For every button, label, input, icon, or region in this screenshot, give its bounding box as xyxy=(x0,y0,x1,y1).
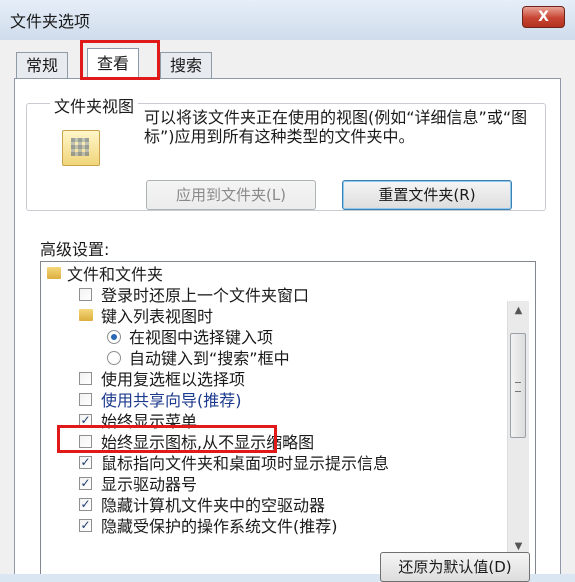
list-item-label: 文件和文件夹 xyxy=(67,265,164,284)
tab-general[interactable]: 常规 xyxy=(16,52,69,79)
checkbox-sharing-wizard[interactable] xyxy=(79,393,92,406)
list-item-label: 键入列表视图时 xyxy=(101,307,214,326)
checkbox-hide-system-files[interactable]: ✓ xyxy=(79,519,92,532)
advanced-settings-label: 高级设置: xyxy=(40,240,110,259)
list-item-label: 自动键入到“搜索”框中 xyxy=(129,349,290,368)
tab-search[interactable]: 搜索 xyxy=(160,52,213,79)
list-item-label: 鼠标指向文件夹和桌面项时显示提示信息 xyxy=(101,454,390,473)
checkbox-show-drive-letters[interactable]: ✓ xyxy=(79,477,92,490)
list-item-label: 登录时还原上一个文件夹窗口 xyxy=(101,286,310,305)
dialog-client-area: 常规 查看 搜索 文件夹视图 可以将该文件夹正在使用的视图(例如“详细信息”或“… xyxy=(0,40,575,574)
restore-defaults-button[interactable]: 还原为默认值(D) xyxy=(380,552,530,582)
folder-icon xyxy=(47,267,61,279)
checkbox-hide-empty-drives[interactable]: ✓ xyxy=(79,498,92,511)
radio-select-item[interactable] xyxy=(107,330,121,344)
list-item-label: 显示驱动器号 xyxy=(101,475,198,494)
sharing-wizard-highlight xyxy=(57,425,277,453)
checkbox-use-checkboxes[interactable] xyxy=(79,372,92,385)
title-bar: 文件夹选项 X xyxy=(0,0,575,40)
folder-views-title: 文件夹视图 xyxy=(50,93,139,117)
list-item-label: 隐藏受保护的操作系统文件(推荐) xyxy=(101,517,338,536)
folder-views-description: 可以将该文件夹正在使用的视图(例如“详细信息”或“图标”)应用到所有这种类型的文… xyxy=(144,108,528,146)
folder-icon xyxy=(79,309,93,321)
list-item-label: 使用复选框以选择项 xyxy=(101,370,246,389)
checkbox-restore-windows[interactable] xyxy=(79,288,92,301)
reset-folders-button[interactable]: 重置文件夹(R) xyxy=(342,180,512,210)
folder-view-icon xyxy=(62,130,100,166)
advanced-settings-tree[interactable]: 文件和文件夹 登录时还原上一个文件夹窗口 键入列表视图时 在视图中选择键入项 自… xyxy=(40,261,536,574)
checkbox-show-tooltips[interactable]: ✓ xyxy=(79,456,92,469)
scroll-up-icon[interactable]: ▲ xyxy=(508,301,529,321)
list-item-label: 隐藏计算机文件夹中的空驱动器 xyxy=(101,496,326,515)
grip-icon xyxy=(515,382,521,392)
scrollbar-thumb[interactable] xyxy=(510,333,526,438)
list-item-label: 使用共享向导(推荐) xyxy=(101,391,242,410)
apply-to-folders-button[interactable]: 应用到文件夹(L) xyxy=(146,180,316,210)
tree-scrollbar[interactable]: ▲ ▼ xyxy=(507,301,529,574)
window-title: 文件夹选项 xyxy=(10,12,91,31)
close-button[interactable]: X xyxy=(522,6,565,28)
list-item-label: 在视图中选择键入项 xyxy=(129,328,274,347)
radio-type-search[interactable] xyxy=(107,351,121,365)
tab-view-highlight xyxy=(80,40,160,80)
